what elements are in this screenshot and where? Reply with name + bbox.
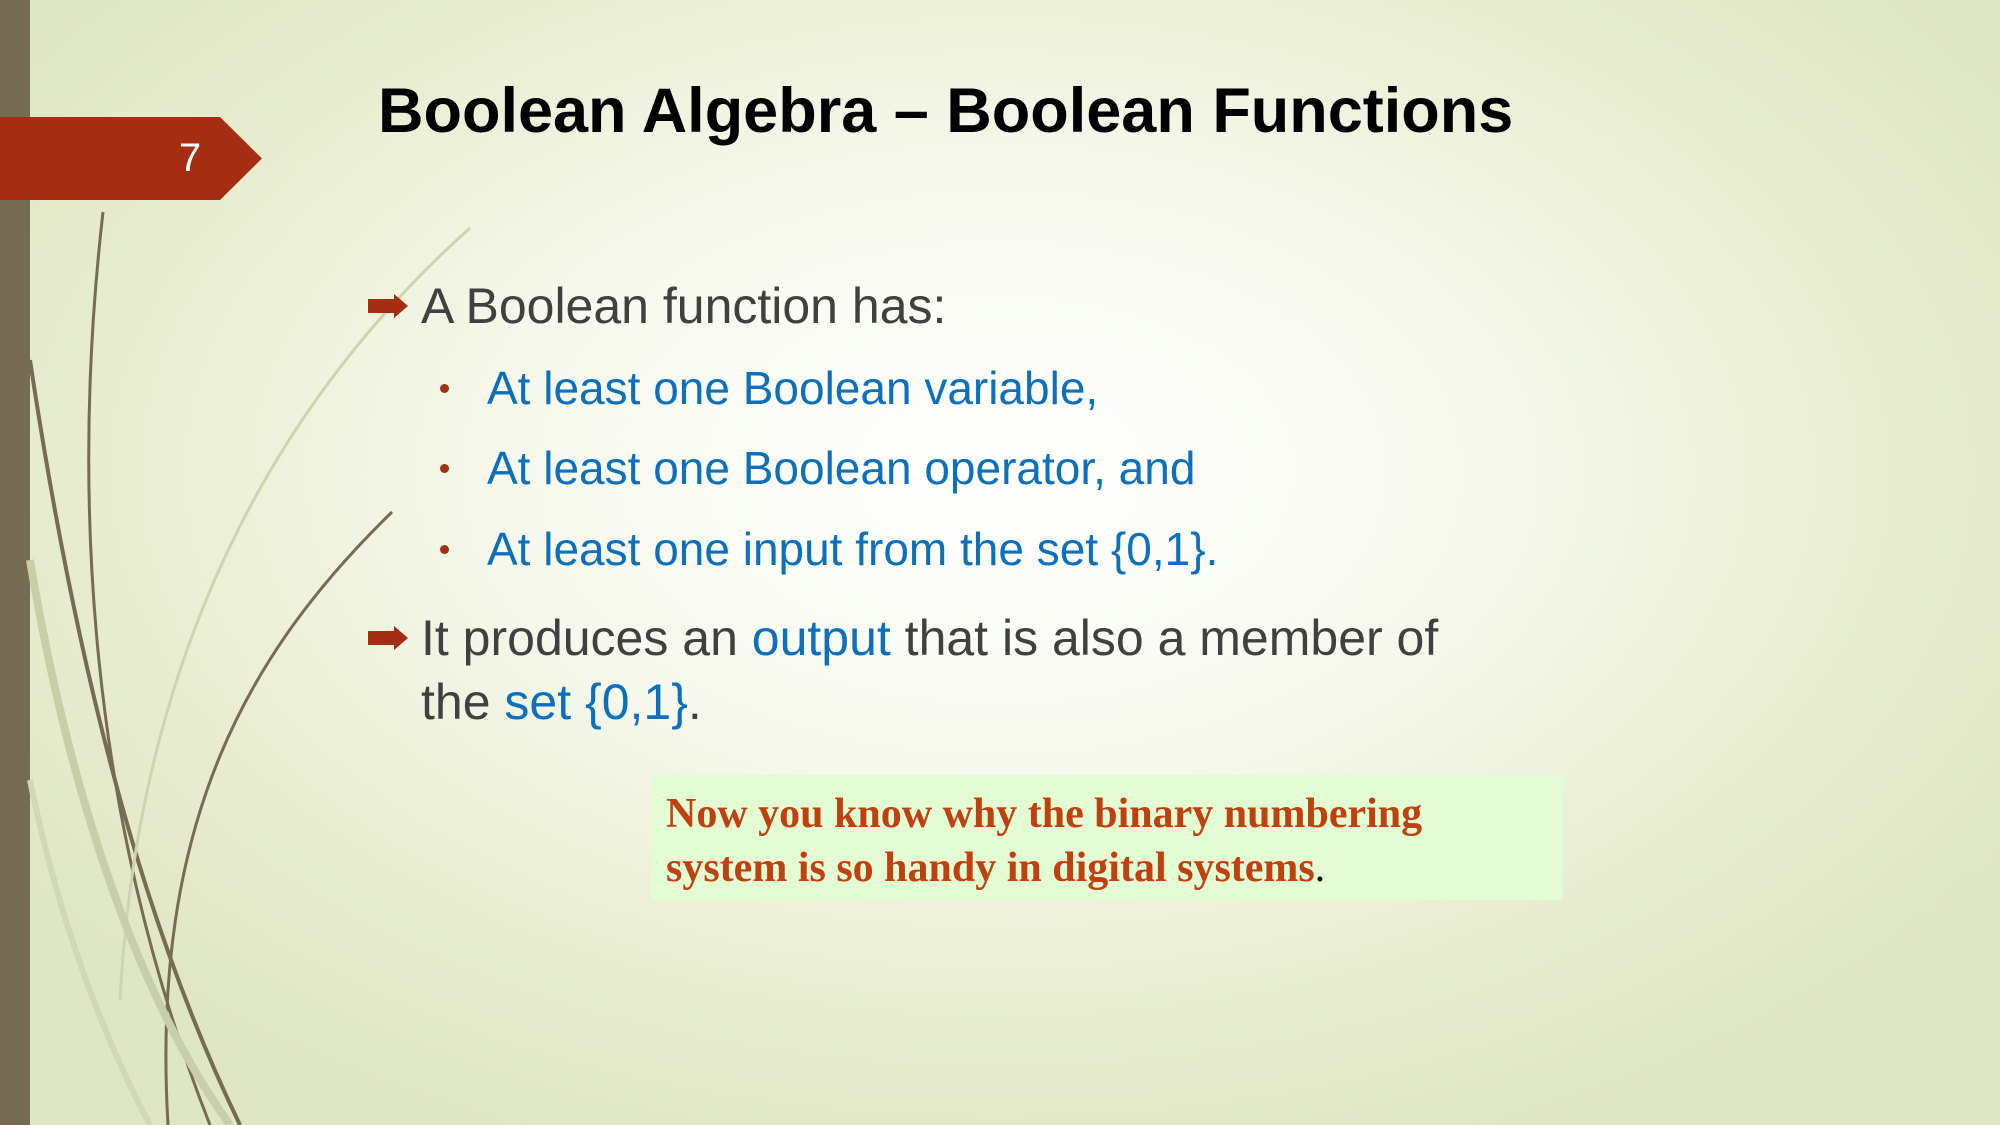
bullet-text: A Boolean function has: [421, 278, 947, 334]
text-run: the [421, 674, 505, 730]
sub-bullet-text: At least one Boolean operator, and [487, 442, 1196, 494]
text-run: that is also a member of [890, 610, 1439, 666]
note-line-2-wrap: system is so handy in digital systems. [666, 841, 1547, 895]
arrow-bullet-icon [368, 294, 408, 318]
highlight-set: set {0,1} [504, 674, 688, 730]
dot-bullet-icon [440, 545, 449, 554]
sub-bullet-text: At least one input from the set {0,1}. [487, 523, 1219, 575]
text-run: It produces an [421, 610, 752, 666]
dot-bullet-icon [440, 384, 449, 393]
note-line-1: Now you know why the binary numbering [666, 791, 1423, 837]
bullet-text: It produces an output that is also a mem… [421, 606, 1438, 734]
note-callout-box: Now you know why the binary numbering sy… [650, 775, 1563, 900]
dot-bullet-icon [440, 464, 449, 473]
bullet-line-1: It produces an output that is also a mem… [421, 606, 1438, 670]
text-run: . [687, 674, 702, 730]
highlight-output: output [751, 610, 891, 666]
slide-title: Boolean Algebra – Boolean Functions [378, 76, 1514, 146]
slide-number: 7 [178, 136, 202, 180]
note-line-2: system is so handy in digital systems [666, 845, 1315, 891]
bullet-line-2: the set {0,1}. [421, 670, 1438, 734]
note-period: . [1314, 845, 1326, 891]
sub-bullet-text: At least one Boolean variable, [487, 362, 1099, 414]
arrow-bullet-icon [368, 626, 408, 650]
